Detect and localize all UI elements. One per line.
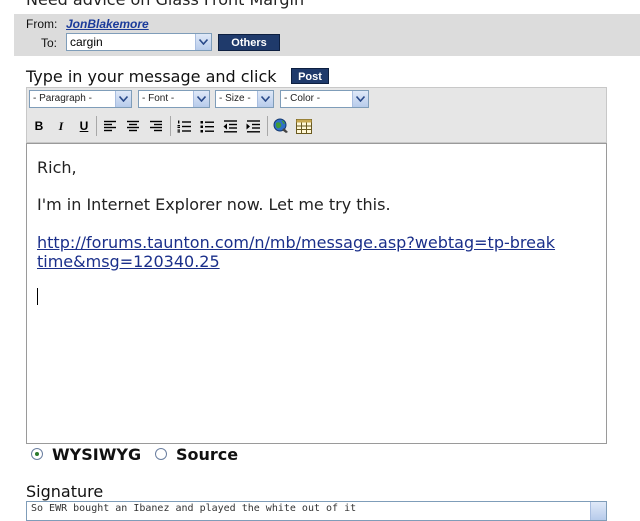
- to-recipient-select[interactable]: cargin: [66, 33, 212, 51]
- bullet-list-icon[interactable]: [197, 116, 217, 136]
- underline-button[interactable]: U: [74, 116, 94, 136]
- size-select-value: - Size -: [219, 93, 251, 104]
- wysiwyg-radio[interactable]: [31, 448, 43, 460]
- toolbar-divider: [170, 116, 171, 136]
- toolbar-divider: [96, 116, 97, 136]
- paragraph-select[interactable]: - Paragraph -: [29, 90, 132, 108]
- italic-button[interactable]: I: [51, 116, 71, 136]
- insert-table-icon[interactable]: [294, 116, 314, 136]
- signature-textarea[interactable]: So EWR bought an Ibanez and played the w…: [26, 501, 607, 521]
- to-label: To:: [41, 36, 58, 50]
- chevron-down-icon[interactable]: [257, 91, 273, 107]
- chevron-down-icon[interactable]: [115, 91, 131, 107]
- editor-toolbar: - Paragraph - - Font - - Size - - Color …: [26, 87, 607, 143]
- color-select-value: - Color -: [284, 93, 321, 104]
- numbered-list-icon[interactable]: [174, 116, 194, 136]
- page-top-strip: Need advice on Glass Front Margin: [0, 0, 640, 14]
- editor-link[interactable]: http://forums.taunton.com/n/mb/message.a…: [37, 233, 557, 271]
- from-label: From:: [26, 17, 58, 31]
- signature-label: Signature: [26, 482, 104, 501]
- from-user-link[interactable]: JonBlakemore: [66, 17, 149, 31]
- editor-greeting: Rich,: [37, 158, 77, 177]
- chevron-down-icon[interactable]: [352, 91, 368, 107]
- text-caret: [37, 288, 38, 305]
- source-label[interactable]: Source: [176, 445, 238, 464]
- message-editor[interactable]: Rich, I'm in Internet Explorer now. Let …: [26, 143, 607, 444]
- insert-link-globe-icon[interactable]: [271, 116, 291, 136]
- editor-body-text: I'm in Internet Explorer now. Let me try…: [37, 195, 391, 214]
- wysiwyg-label[interactable]: WYSIWYG: [52, 445, 141, 464]
- outdent-icon[interactable]: [220, 116, 240, 136]
- font-select-value: - Font -: [142, 93, 175, 104]
- post-button[interactable]: Post: [291, 68, 329, 84]
- chevron-down-icon[interactable]: [195, 34, 211, 50]
- bold-button[interactable]: B: [29, 116, 49, 136]
- compose-prompt: Type in your message and click: [26, 67, 277, 86]
- indent-icon[interactable]: [243, 116, 263, 136]
- to-recipient-value: cargin: [70, 35, 103, 49]
- size-select[interactable]: - Size -: [215, 90, 274, 108]
- align-left-icon[interactable]: [100, 116, 120, 136]
- others-button[interactable]: Others: [218, 34, 280, 51]
- align-right-icon[interactable]: [146, 116, 166, 136]
- paragraph-select-value: - Paragraph -: [33, 93, 92, 104]
- message-header-panel: From: JonBlakemore To: cargin Others: [14, 14, 640, 56]
- source-radio[interactable]: [155, 448, 167, 460]
- toolbar-divider: [267, 116, 268, 136]
- signature-scrollbar[interactable]: [590, 502, 606, 520]
- chevron-down-icon[interactable]: [193, 91, 209, 107]
- font-select[interactable]: - Font -: [138, 90, 210, 108]
- color-select[interactable]: - Color -: [280, 90, 369, 108]
- partial-thread-title: Need advice on Glass Front Margin: [26, 0, 304, 9]
- align-center-icon[interactable]: [123, 116, 143, 136]
